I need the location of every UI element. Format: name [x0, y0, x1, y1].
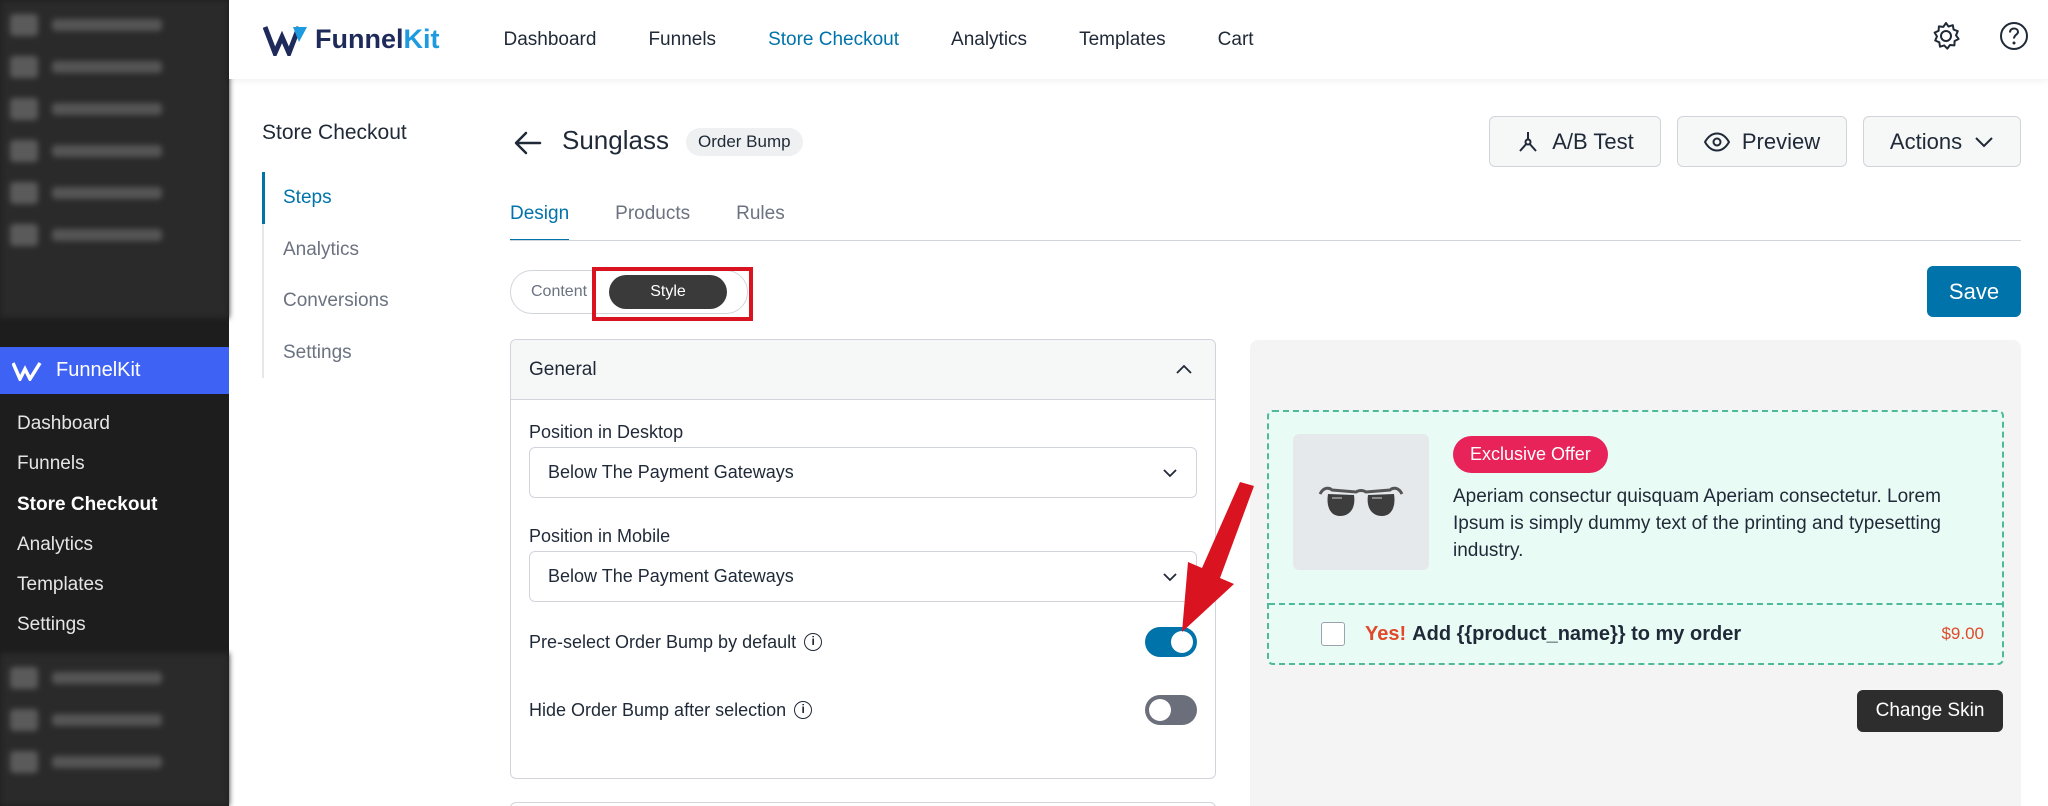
product-image: [1293, 434, 1429, 570]
nav-dashboard[interactable]: Dashboard: [504, 29, 597, 51]
step-tabs: Design Products Rules: [510, 203, 831, 241]
preview-label: Preview: [1741, 128, 1821, 154]
mobile-position-select[interactable]: Below The Payment Gateways: [529, 551, 1197, 602]
bump-yes-text: Yes!: [1365, 622, 1407, 645]
bump-price: $9.00: [1941, 624, 1984, 643]
save-button[interactable]: Save: [1927, 266, 2021, 317]
actions-dropdown[interactable]: Actions: [1863, 116, 2021, 167]
preselect-label: Pre-select Order Bump by default: [529, 631, 797, 652]
wp-menu-settings[interactable]: Settings: [0, 605, 229, 645]
annotation-arrow: [1182, 482, 1254, 632]
tab-design[interactable]: Design: [510, 203, 570, 241]
nav-analytics[interactable]: Analytics: [951, 29, 1027, 51]
help-icon[interactable]: [1998, 20, 2030, 52]
general-panel-header[interactable]: General: [511, 340, 1215, 400]
top-navigation-bar: FunnelKit Dashboard Funnels Store Checko…: [229, 0, 2048, 79]
top-icons: [1930, 20, 2030, 52]
blurred-menu-bottom: [0, 653, 229, 806]
bump-description: Aperiam consectur quisquam Aperiam conse…: [1453, 486, 1941, 561]
page-title: Sunglass: [562, 125, 669, 155]
tab-products[interactable]: Products: [615, 203, 690, 241]
store-checkout-title: Store Checkout: [262, 121, 407, 144]
tabs-divider: [510, 240, 2021, 241]
main-nav: Dashboard Funnels Store Checkout Analyti…: [504, 29, 1306, 51]
info-icon[interactable]: i: [794, 701, 813, 719]
wp-menu-funnels[interactable]: Funnels: [0, 444, 229, 484]
wp-admin-sidebar: FunnelKit Dashboard Funnels Store Checko…: [0, 0, 229, 806]
hide-after-selection-row: Hide Order Bump after selection i: [529, 695, 1197, 725]
funnelkit-menu-label: FunnelKit: [56, 359, 141, 381]
desktop-position-select[interactable]: Below The Payment Gateways: [529, 447, 1197, 498]
sc-menu-conversions[interactable]: Conversions: [264, 275, 389, 327]
hide-after-selection-toggle[interactable]: [1145, 695, 1197, 725]
chevron-down-icon: [1163, 468, 1177, 477]
sunglasses-icon: [1318, 486, 1404, 516]
bump-separator: [1269, 603, 2002, 605]
gear-icon[interactable]: [1930, 20, 1962, 52]
brand-name-accent: Kit: [403, 24, 440, 54]
mobile-position-label: Position in Mobile: [529, 526, 671, 546]
blurred-menu-top: [0, 0, 229, 318]
funnelkit-logo-icon: [12, 361, 42, 381]
back-arrow-icon[interactable]: [512, 127, 544, 159]
wp-menu-dashboard[interactable]: Dashboard: [0, 404, 229, 444]
highlight-box: [592, 267, 753, 321]
exclusive-offer-badge: Exclusive Offer: [1453, 436, 1608, 473]
bump-add-row: Yes! Add {{product_name}} to my order $9…: [1321, 622, 1984, 646]
sc-menu-steps[interactable]: Steps: [262, 172, 389, 224]
sc-menu-settings[interactable]: Settings: [264, 327, 389, 379]
ab-test-label: A/B Test: [1552, 128, 1634, 154]
sc-menu-analytics[interactable]: Analytics: [264, 224, 389, 276]
chevron-down-icon: [1975, 136, 1993, 147]
funnelkit-brand-icon: [263, 25, 307, 56]
general-panel: General Position in Desktop Below The Pa…: [510, 339, 1216, 779]
general-panel-title: General: [529, 358, 597, 380]
nav-cart[interactable]: Cart: [1218, 29, 1254, 51]
actions-label: Actions: [1889, 128, 1963, 154]
split-icon: [1519, 131, 1537, 152]
bump-add-text: Add {{product_name}} to my order: [1412, 622, 1742, 645]
next-panel: [510, 802, 1216, 806]
funnelkit-menu-header[interactable]: FunnelKit: [0, 347, 229, 394]
bump-checkbox[interactable]: [1321, 622, 1345, 646]
desktop-position-label: Position in Desktop: [529, 422, 684, 442]
order-bump-box: Exclusive Offer Aperiam consectur quisqu…: [1267, 410, 2004, 665]
eye-icon: [1703, 131, 1730, 152]
chevron-up-icon: [1176, 364, 1192, 374]
store-checkout-menu: Steps Analytics Conversions Settings: [262, 172, 389, 378]
hide-after-selection-label: Hide Order Bump after selection: [529, 699, 787, 720]
nav-templates[interactable]: Templates: [1079, 29, 1166, 51]
funnelkit-submenu: Dashboard Funnels Store Checkout Analyti…: [0, 404, 229, 646]
change-skin-button[interactable]: Change Skin: [1857, 690, 2003, 732]
wp-menu-templates[interactable]: Templates: [0, 565, 229, 605]
funnelkit-brand[interactable]: FunnelKit: [263, 24, 440, 56]
preselect-row: Pre-select Order Bump by default i: [529, 627, 1197, 657]
wp-menu-store-checkout[interactable]: Store Checkout: [0, 485, 229, 525]
nav-store-checkout[interactable]: Store Checkout: [768, 29, 899, 51]
mobile-position-value: Below The Payment Gateways: [548, 566, 794, 586]
brand-name: Funnel: [315, 24, 404, 54]
desktop-position-value: Below The Payment Gateways: [548, 462, 794, 482]
segment-content[interactable]: Content: [531, 283, 587, 301]
ab-test-button[interactable]: A/B Test: [1489, 116, 1661, 167]
nav-funnels[interactable]: Funnels: [648, 29, 716, 51]
tab-rules[interactable]: Rules: [736, 203, 785, 241]
wp-menu-analytics[interactable]: Analytics: [0, 525, 229, 565]
preview-button[interactable]: Preview: [1677, 116, 1847, 167]
step-type-badge: Order Bump: [686, 128, 803, 156]
bump-preview-area: Exclusive Offer Aperiam consectur quisqu…: [1250, 340, 2021, 806]
info-icon[interactable]: i: [804, 633, 823, 651]
